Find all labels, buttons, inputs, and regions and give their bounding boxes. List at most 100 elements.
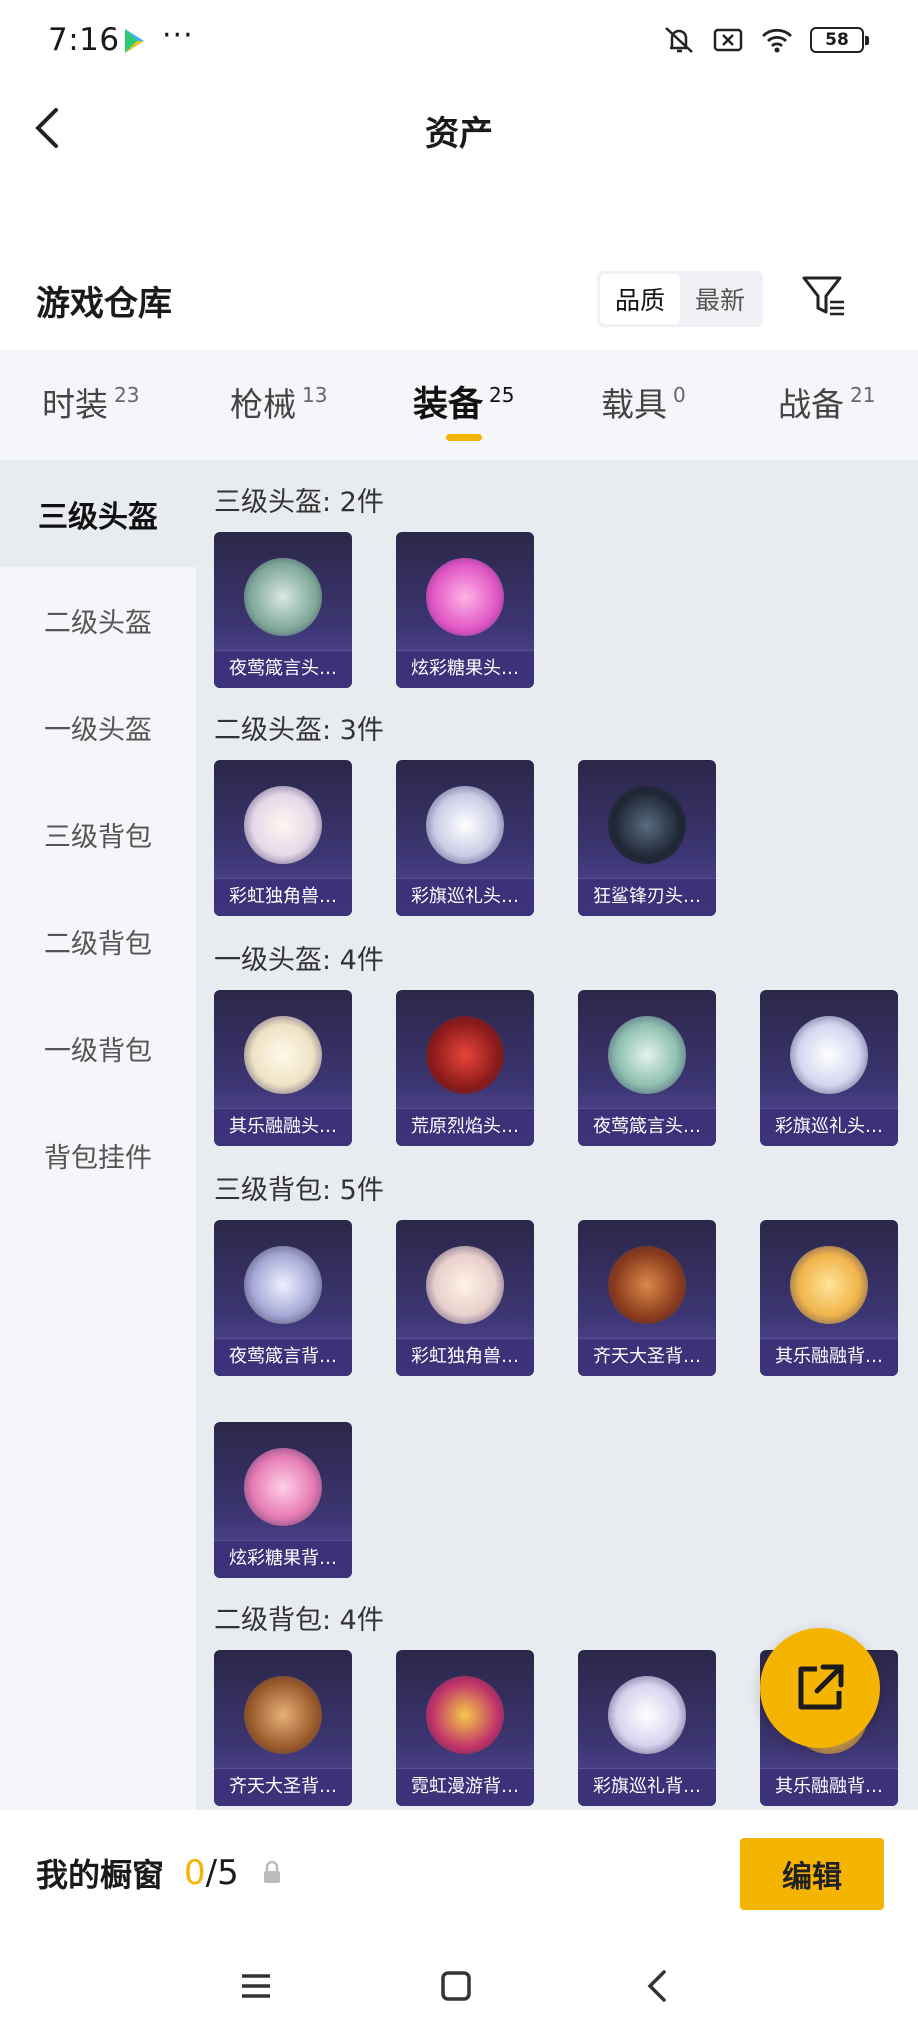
item-card[interactable]: 彩旗巡礼头… (396, 760, 534, 916)
tab-count: 0 (673, 383, 686, 407)
tab-fashion[interactable]: 时装 23 (42, 378, 139, 426)
sidebar-item-lvl2-helmet[interactable]: 二级头盔 (0, 567, 196, 674)
showcase-label: 我的橱窗 (36, 1856, 165, 1894)
item-image (426, 1016, 504, 1094)
showcase-count: 0/5 (184, 1853, 239, 1893)
subcategory-sidebar: 三级头盔 二级头盔 一级头盔 三级背包 二级背包 一级背包 背包挂件 (0, 460, 196, 1810)
item-label: 狂鲨锋刃头… (578, 878, 716, 916)
warehouse-title: 游戏仓库 (36, 284, 172, 324)
sidebar-item-pendant[interactable]: 背包挂件 (0, 1102, 196, 1209)
system-nav-bar (0, 1960, 918, 2030)
item-label: 炫彩糖果背… (214, 1540, 352, 1578)
item-card[interactable]: 夜莺箴言头… (214, 532, 352, 688)
tab-count: 23 (114, 383, 140, 407)
mute-icon (665, 27, 693, 53)
share-icon (798, 1664, 844, 1710)
showcase-current: 0 (184, 1853, 206, 1893)
item-label: 齐天大圣背… (214, 1768, 352, 1806)
warehouse-header: 游戏仓库 品质 最新 (0, 262, 918, 352)
sidebar-item-lvl1-helmet[interactable]: 一级头盔 (0, 674, 196, 781)
item-card[interactable]: 霓虹漫游背… (396, 1650, 534, 1806)
item-label: 炫彩糖果头… (396, 650, 534, 688)
home-icon[interactable] (438, 1968, 474, 2008)
edit-button[interactable]: 编辑 (740, 1838, 884, 1910)
tab-count: 25 (489, 383, 515, 407)
item-card[interactable]: 荒原烈焰头… (396, 990, 534, 1146)
tab-vehicles[interactable]: 载具 0 (601, 378, 686, 426)
tab-label: 载具 (601, 385, 667, 424)
item-grid: 三级头盔: 2件 夜莺箴言头… 炫彩糖果头… 二级头盔: 3件 彩虹独角兽… 彩… (196, 460, 918, 1810)
item-image (244, 1246, 322, 1324)
item-label: 夜莺箴言头… (578, 1108, 716, 1146)
item-label: 彩旗巡礼背… (578, 1768, 716, 1806)
group-title: 二级背包: 4件 (214, 1605, 384, 1636)
item-label: 彩旗巡礼头… (760, 1108, 898, 1146)
tab-count: 21 (850, 383, 876, 407)
sidebar-item-lvl1-backpack[interactable]: 一级背包 (0, 995, 196, 1102)
item-card[interactable]: 夜莺箴言头… (578, 990, 716, 1146)
item-image (608, 1016, 686, 1094)
active-tab-indicator (446, 434, 482, 441)
filter-icon[interactable] (800, 272, 848, 320)
tab-guns[interactable]: 枪械 13 (230, 378, 327, 426)
system-back-icon[interactable] (640, 1968, 676, 2008)
no-sim-icon (713, 28, 743, 52)
item-label: 彩虹独角兽… (396, 1338, 534, 1376)
item-image (426, 558, 504, 636)
item-card[interactable]: 彩虹独角兽… (396, 1220, 534, 1376)
top-nav: 资产 (0, 84, 918, 174)
item-card[interactable]: 炫彩糖果头… (396, 532, 534, 688)
item-label: 彩旗巡礼头… (396, 878, 534, 916)
item-card[interactable]: 其乐融融头… (214, 990, 352, 1146)
tab-equipment[interactable]: 装备 25 (413, 376, 514, 427)
tab-count: 13 (302, 383, 328, 407)
item-label: 彩虹独角兽… (214, 878, 352, 916)
group-title: 二级头盔: 3件 (214, 715, 384, 746)
item-label: 其乐融融头… (214, 1108, 352, 1146)
menu-icon[interactable] (238, 1968, 274, 2008)
sidebar-item-lvl3-backpack[interactable]: 三级背包 (0, 781, 196, 888)
status-time: 7:16 (48, 22, 120, 58)
item-label: 荒原烈焰头… (396, 1108, 534, 1146)
sort-toggle: 品质 最新 (597, 271, 763, 327)
item-image (426, 786, 504, 864)
tab-label: 战备 (778, 385, 844, 424)
item-card[interactable]: 彩虹独角兽… (214, 760, 352, 916)
item-image (426, 1676, 504, 1754)
item-label: 夜莺箴言背… (214, 1338, 352, 1376)
item-image (244, 1448, 322, 1526)
battery-icon: 58 (810, 27, 869, 53)
tab-supplies[interactable]: 战备 21 (778, 378, 875, 426)
item-image (244, 1676, 322, 1754)
group-title: 三级头盔: 2件 (214, 487, 384, 518)
status-bar: 7:16 ··· 58 (0, 0, 918, 84)
sort-quality-button[interactable]: 品质 (600, 274, 680, 324)
item-card[interactable]: 其乐融融背… (760, 1220, 898, 1376)
sidebar-item-lvl2-backpack[interactable]: 二级背包 (0, 888, 196, 995)
sort-newest-button[interactable]: 最新 (680, 274, 760, 324)
sidebar-item-lvl3-helmet[interactable]: 三级头盔 (0, 460, 196, 567)
item-label: 其乐融融背… (760, 1768, 898, 1806)
item-card[interactable]: 狂鲨锋刃头… (578, 760, 716, 916)
showcase-panel: 我的橱窗 0/5 编辑 (0, 1810, 918, 2040)
item-card[interactable]: 炫彩糖果背… (214, 1422, 352, 1578)
item-image (790, 1016, 868, 1094)
item-image (608, 1676, 686, 1754)
item-image (244, 1016, 322, 1094)
item-image (608, 1246, 686, 1324)
item-card[interactable]: 夜莺箴言背… (214, 1220, 352, 1376)
item-label: 齐天大圣背… (578, 1338, 716, 1376)
share-button[interactable] (760, 1628, 880, 1748)
wifi-icon (762, 28, 792, 53)
lock-icon (263, 1860, 280, 1883)
item-card[interactable]: 彩旗巡礼头… (760, 990, 898, 1146)
item-label: 霓虹漫游背… (396, 1768, 534, 1806)
group-title: 一级头盔: 4件 (214, 945, 384, 976)
page-title: 资产 (425, 114, 493, 154)
item-card[interactable]: 彩旗巡礼背… (578, 1650, 716, 1806)
more-notifications: ··· (162, 18, 194, 53)
tab-label: 枪械 (230, 385, 296, 424)
item-card[interactable]: 齐天大圣背… (214, 1650, 352, 1806)
item-image (608, 786, 686, 864)
item-card[interactable]: 齐天大圣背… (578, 1220, 716, 1376)
